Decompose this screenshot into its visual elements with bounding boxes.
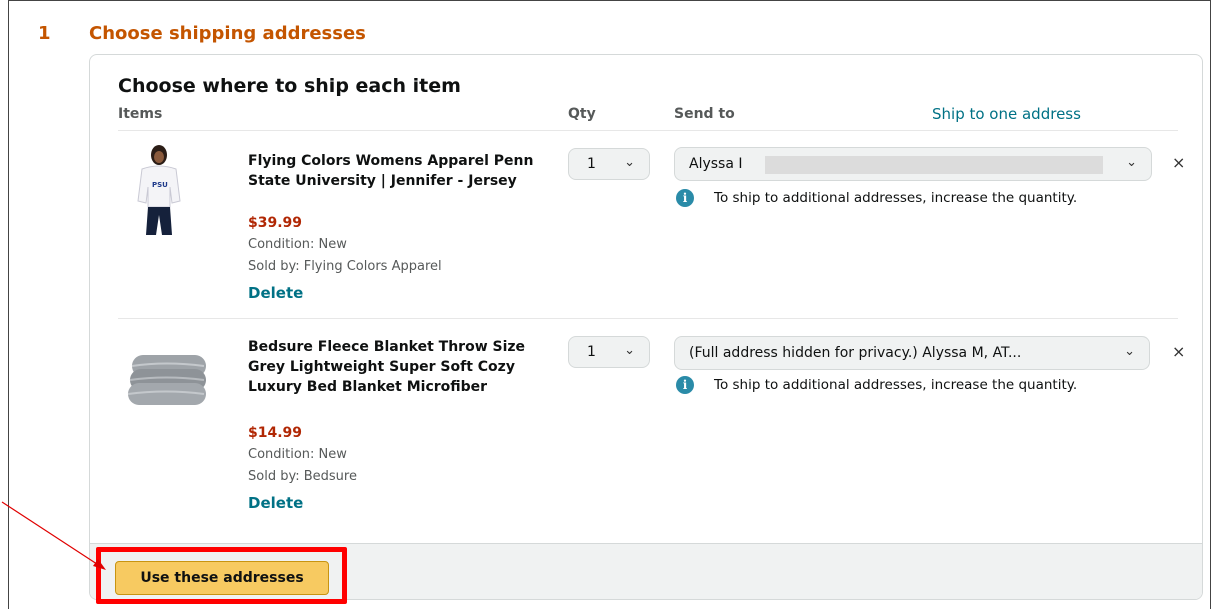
- send-to-column-header: Send to: [674, 106, 735, 122]
- quantity-value: 1: [587, 156, 596, 172]
- chevron-down-icon: ⌄: [624, 155, 635, 170]
- chevron-down-icon: ⌄: [624, 343, 635, 358]
- quantity-select[interactable]: 1 ⌄: [568, 148, 650, 180]
- item-seller: Sold by: Bedsure: [248, 469, 357, 484]
- info-message: To ship to additional addresses, increas…: [714, 377, 1078, 393]
- items-column-header: Items: [118, 106, 163, 122]
- address-select[interactable]: Alyssa I ⌄: [674, 147, 1152, 181]
- item-condition: Condition: New: [248, 237, 347, 252]
- shipping-card: Choose where to ship each item Items Qty…: [89, 54, 1203, 600]
- chevron-down-icon: ⌄: [1124, 344, 1135, 359]
- redacted-address: [765, 156, 1103, 174]
- card-heading: Choose where to ship each item: [118, 75, 461, 97]
- item-title[interactable]: Flying Colors Womens Apparel Penn State …: [248, 151, 548, 191]
- delete-button[interactable]: Delete: [248, 494, 303, 512]
- address-value: Alyssa I: [689, 156, 743, 172]
- remove-address-button[interactable]: ×: [1172, 153, 1185, 172]
- svg-text:PSU: PSU: [152, 181, 168, 189]
- item-title[interactable]: Bedsure Fleece Blanket Throw Size Grey L…: [248, 337, 548, 397]
- address-select[interactable]: (Full address hidden for privacy.) Alyss…: [674, 336, 1150, 370]
- chevron-down-icon: ⌄: [1126, 155, 1137, 170]
- highlight-box: [96, 547, 347, 604]
- quantity-value: 1: [587, 344, 596, 360]
- info-icon: i: [676, 376, 694, 394]
- remove-address-button[interactable]: ×: [1172, 342, 1185, 361]
- blanket-product-image: [127, 355, 206, 405]
- info-message: To ship to additional addresses, increas…: [714, 190, 1078, 206]
- item-seller: Sold by: Flying Colors Apparel: [248, 259, 442, 274]
- divider: [118, 130, 1178, 131]
- info-icon: i: [676, 189, 694, 207]
- delete-button[interactable]: Delete: [248, 284, 303, 302]
- ship-to-one-address-link[interactable]: Ship to one address: [932, 105, 1081, 123]
- divider: [118, 318, 1178, 319]
- step-number: 1: [38, 23, 51, 44]
- qty-column-header: Qty: [568, 106, 596, 122]
- item-price: $14.99: [248, 425, 303, 441]
- item-condition: Condition: New: [248, 447, 347, 462]
- item-price: $39.99: [248, 215, 303, 231]
- step-title: Choose shipping addresses: [89, 23, 366, 44]
- jersey-product-image: PSU: [137, 145, 181, 235]
- address-value: (Full address hidden for privacy.) Alyss…: [689, 345, 1022, 361]
- quantity-select[interactable]: 1 ⌄: [568, 336, 650, 368]
